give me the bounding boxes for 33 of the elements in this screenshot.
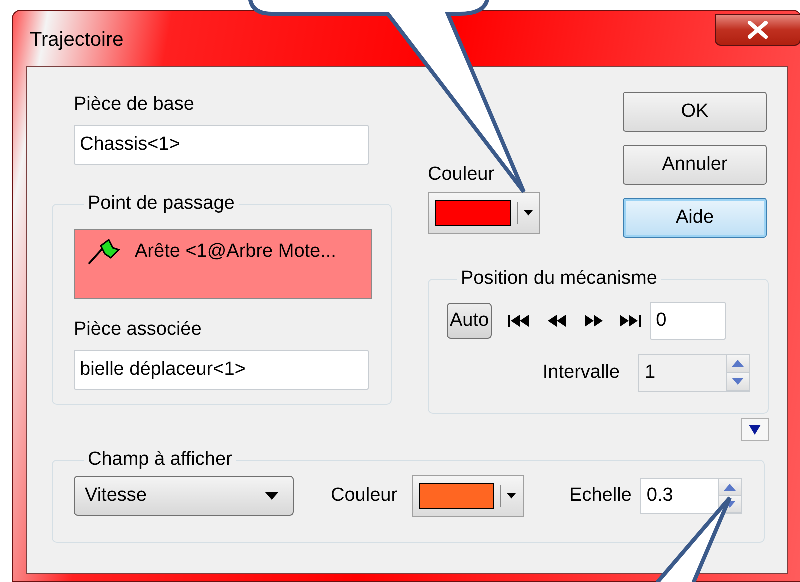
fast-forward-icon[interactable] (584, 314, 604, 328)
group-title: Position du mécanisme (460, 267, 658, 291)
caret-icon (524, 210, 533, 216)
associated-part-label: Pièce associée (74, 318, 203, 342)
window-title: Trajectoire (30, 29, 124, 52)
dialog-button[interactable]: OK (623, 92, 767, 132)
interval-label: Intervalle (542, 361, 620, 385)
base-part-field[interactable]: Chassis<1> (74, 125, 369, 165)
base-part-label: Pièce de base (74, 93, 194, 117)
dialog-button[interactable]: Aide (623, 198, 767, 238)
auto-button[interactable]: Auto (447, 303, 492, 339)
position-field[interactable]: 0 (650, 302, 726, 340)
rewind-icon[interactable] (548, 314, 568, 328)
skip-to-end-icon[interactable] (620, 314, 644, 328)
color-label: Couleur (331, 484, 398, 508)
expand-button[interactable] (741, 418, 769, 441)
dialog-button[interactable]: Annuler (623, 145, 767, 185)
flag-icon (87, 238, 121, 266)
scale-spinner[interactable]: 0.3 (640, 478, 742, 514)
waypoint-item[interactable]: Arête <1@Arbre Mote... (87, 238, 371, 266)
associated-part-field[interactable]: bielle déplaceur<1> (74, 350, 369, 390)
color-label: Couleur (428, 163, 496, 187)
group-title: Champ à afficher (87, 448, 234, 472)
close-icon (747, 21, 769, 39)
close-button[interactable] (715, 14, 800, 46)
color-picker[interactable] (412, 475, 524, 517)
caret-icon (507, 493, 517, 499)
caret-icon (749, 424, 761, 434)
caret-icon (265, 492, 279, 500)
group-title: Point de passage (87, 192, 236, 216)
color-picker[interactable] (428, 192, 540, 234)
quantity-dropdown[interactable]: Vitesse (74, 476, 294, 516)
scale-label: Echelle (570, 484, 632, 508)
